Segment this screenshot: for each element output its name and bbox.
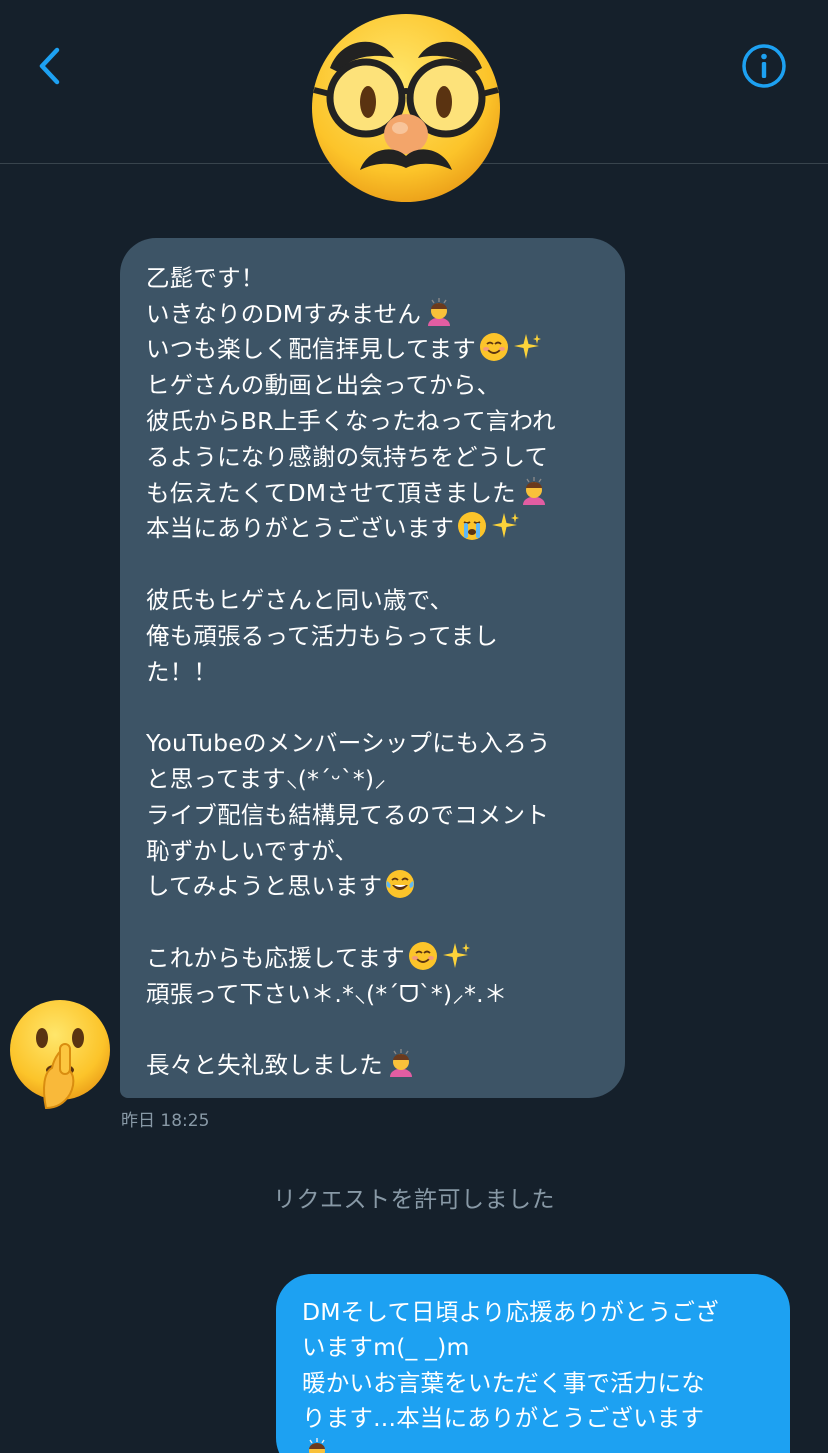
message-line: いつも楽しく配信拝見してます — [146, 330, 603, 366]
shushing-face-emoji — [10, 1000, 110, 1110]
conversation-avatar[interactable] — [308, 10, 504, 206]
message-timestamp: 昨日 18:25 — [121, 1111, 210, 1131]
message-line: 本当にありがとうございます — [146, 509, 603, 545]
message-line: ヒゲさんの動画と出会ってから、 — [146, 371, 501, 400]
message-line — [146, 902, 603, 938]
message-line: 恥ずかしいですが、 — [146, 836, 359, 865]
message-line: 彼氏もヒゲさんと同い歳で、 — [146, 586, 454, 615]
sparkles-emoji — [492, 513, 520, 539]
sent-message-bubble[interactable]: DMそして日頃より応援ありがとうござ いますm(_ _)m 暖かいお言葉をいただ… — [276, 1274, 790, 1453]
bowing-person-emoji — [428, 297, 451, 326]
message-line: るようになり感謝の気持ちをどうして — [146, 442, 549, 471]
received-message-bubble[interactable]: 乙髭です！ いきなりのDMすみません いつも楽しく配信拝見してます ヒゲさんの動… — [120, 238, 625, 1098]
bowing-person-emoji — [390, 1049, 412, 1078]
message-line: 俺も頑張るって活力もらってまし — [146, 621, 498, 650]
sparkles-emoji — [513, 334, 541, 360]
bowing-person-emoji — [309, 1437, 325, 1453]
message-line: 頑張って下さい＊.*⸜(*ˊᗜˋ*)⸝*.＊ — [146, 979, 508, 1008]
message-line — [146, 1010, 603, 1046]
message-line: してみようと思います — [146, 867, 603, 903]
message-line: いますm(_ _)m — [302, 1333, 470, 1362]
message-line — [146, 688, 603, 724]
message-line: も伝えたくてDMさせて頂きました — [146, 473, 603, 509]
message-line: ライブ配信も結構見てるのでコメント — [146, 800, 549, 829]
chevron-left-icon — [39, 47, 60, 85]
message-line: DMそして日頃より応援ありがとうござ — [302, 1297, 719, 1326]
disguised-face-emoji — [312, 14, 500, 202]
sparkles-emoji — [442, 943, 470, 969]
message-line: YouTubeのメンバーシップにも入ろう — [146, 729, 551, 758]
sender-avatar[interactable] — [4, 998, 116, 1110]
message-line: 乙髭です！ — [146, 263, 265, 292]
message-line: 長々と失礼致しました — [146, 1046, 603, 1082]
tears-of-joy-emoji — [386, 870, 415, 899]
message-line: 暖かいお言葉をいただく事で活力にな — [302, 1368, 705, 1397]
back-button[interactable] — [28, 40, 72, 92]
message-line: た！！ — [146, 657, 218, 686]
info-button[interactable] — [740, 42, 788, 90]
message-line: 彼氏からBR上手くなったねって言われ — [146, 407, 556, 436]
message-line — [302, 1434, 768, 1453]
message-line: これからも応援してます — [146, 938, 603, 974]
dm-conversation-screen: 乙髭です！ いきなりのDMすみません いつも楽しく配信拝見してます ヒゲさんの動… — [0, 0, 828, 1453]
crying-face-emoji — [458, 512, 487, 541]
request-accepted-notice: リクエストを許可しました — [273, 1187, 555, 1213]
smiling-face-emoji — [408, 942, 437, 971]
smiling-face-emoji — [479, 333, 508, 362]
info-circle-icon — [742, 44, 786, 88]
message-line: いきなりのDMすみません — [146, 294, 603, 330]
bowing-person-emoji — [522, 476, 545, 505]
message-line — [146, 544, 603, 580]
message-line: と思ってます⸜(*ˊᵕˋ*)⸝ — [146, 765, 387, 794]
message-line: ります...本当にありがとうございます — [302, 1404, 705, 1433]
